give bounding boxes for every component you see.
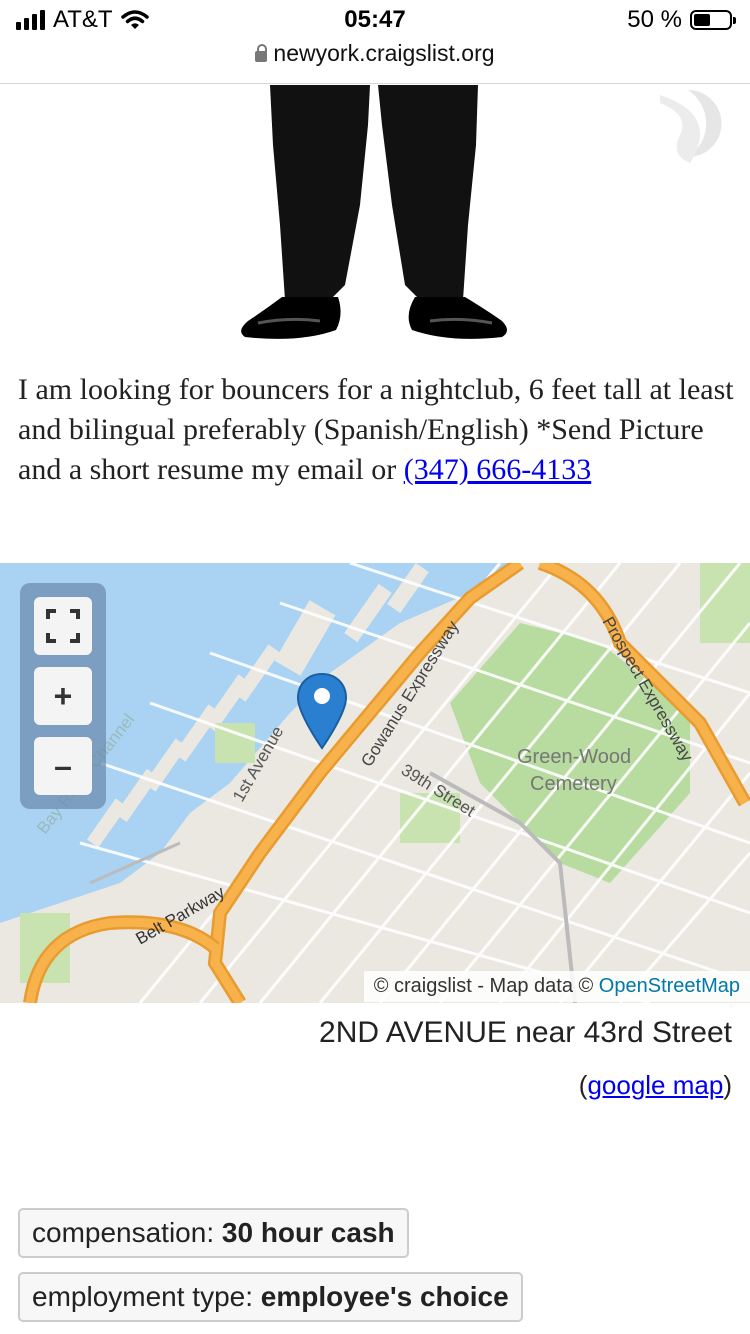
url-bar[interactable]: newyork.craigslist.org (0, 40, 750, 84)
battery-icon (690, 10, 736, 30)
status-bar: AT&T 05:47 50 % (0, 0, 750, 40)
paren-close: ) (723, 1070, 732, 1100)
compensation-attribute: compensation: 30 hour cash (18, 1208, 409, 1258)
minus-icon: – (54, 747, 72, 784)
fullscreen-button[interactable] (34, 597, 92, 655)
posting-image[interactable] (0, 85, 750, 355)
posting-body: I am looking for bouncers for a nightclu… (18, 370, 734, 490)
map-marker-icon[interactable] (296, 672, 348, 750)
url-domain: newyork.craigslist.org (273, 40, 495, 66)
employment-type-attribute: employment type: employee's choice (18, 1272, 523, 1322)
attr-label: compensation: (32, 1217, 222, 1248)
label-greenwood-2: Cemetery (530, 773, 617, 795)
posting-text: I am looking for bouncers for a nightclu… (18, 373, 734, 486)
map[interactable]: Gowanus Expressway Prospect Expressway G… (0, 563, 750, 1003)
attr-value: 30 hour cash (221, 1217, 395, 1248)
attr-value: employee's choice (260, 1281, 509, 1312)
attribution-text: © craigslist - Map data © (373, 975, 599, 997)
status-right: 50 % (627, 6, 736, 34)
google-map-link[interactable]: google map (587, 1070, 723, 1100)
google-map-line: (google map) (579, 1070, 732, 1101)
attr-label: employment type: (32, 1281, 261, 1312)
zoom-out-button[interactable]: – (34, 737, 92, 795)
fullscreen-icon (46, 609, 80, 643)
lock-icon (255, 44, 268, 62)
battery-percent: 50 % (627, 6, 682, 33)
label-greenwood-1: Green-Wood (517, 746, 631, 768)
map-address: 2ND AVENUE near 43rd Street (319, 1016, 732, 1049)
map-controls: + – (20, 583, 106, 809)
zoom-in-button[interactable]: + (34, 667, 92, 725)
openstreetmap-link[interactable]: OpenStreetMap (599, 975, 740, 997)
plus-icon: + (53, 677, 73, 714)
map-attribution: © craigslist - Map data © OpenStreetMap (363, 971, 750, 1002)
phone-link[interactable]: (347) 666-4133 (404, 453, 591, 486)
